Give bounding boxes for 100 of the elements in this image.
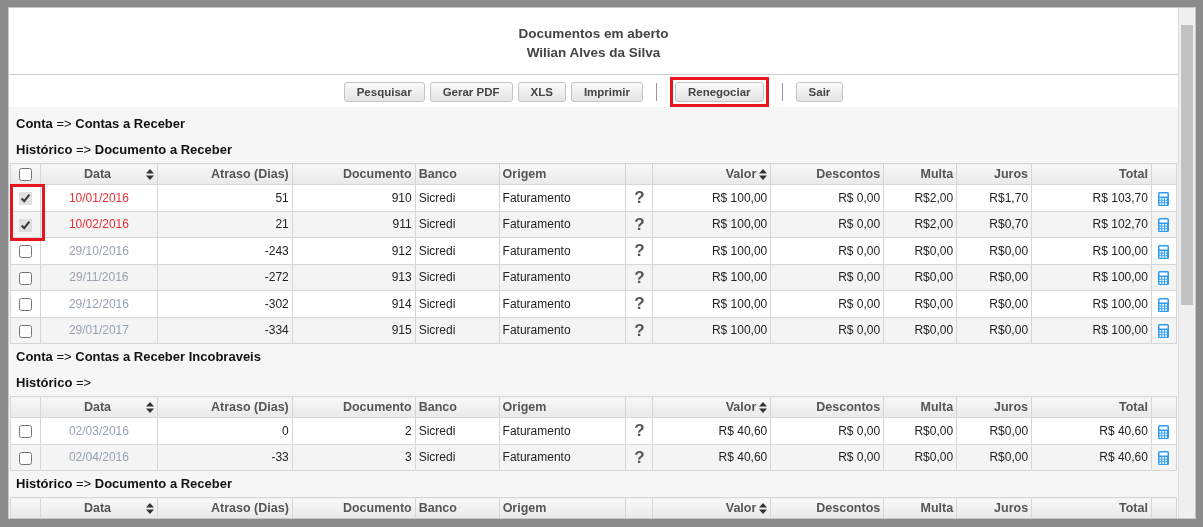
table-cell: -302 [157, 290, 293, 317]
row-checkbox[interactable] [19, 271, 32, 285]
section-heading: Histórico => Documento a Receber [15, 475, 234, 493]
table-cell: R$ 100,00 [652, 237, 771, 264]
row-checkbox[interactable] [19, 425, 32, 439]
column-header: Descontos [770, 497, 884, 518]
table-cell: R$ 100,00 [652, 317, 771, 344]
table-cell: R$0,00 [956, 444, 1032, 471]
table-cell: R$0,00 [956, 264, 1032, 291]
section-heading: Histórico => Documento a Receber [15, 141, 234, 159]
table-cell: R$0,00 [883, 290, 957, 317]
table-cell: R$ 100,00 [652, 290, 771, 317]
select-all-checkbox[interactable] [19, 167, 32, 181]
calculator-icon[interactable] [1158, 271, 1170, 286]
scroll-thumb[interactable] [1181, 25, 1193, 305]
table-cell: R$ 0,00 [770, 211, 884, 238]
column-header: Multa [883, 497, 957, 518]
table-cell: R$ 100,00 [1031, 264, 1152, 291]
row-checkbox[interactable] [19, 218, 32, 232]
table-cell: Faturamento [499, 417, 626, 444]
sort-icon[interactable] [145, 502, 154, 514]
table-cell: Faturamento [499, 237, 626, 264]
calculator-icon[interactable] [1158, 244, 1170, 259]
window-subtitle: Wilian Alves da Silva [526, 44, 661, 62]
column-header: Documento [292, 497, 416, 518]
column-header: Total [1031, 497, 1152, 518]
table-cell: 21 [157, 211, 293, 238]
toolbar-button[interactable]: Imprimir [570, 82, 643, 102]
column-header: Banco [415, 163, 500, 185]
calculator-icon[interactable] [1158, 324, 1170, 339]
row-checkbox[interactable] [19, 324, 32, 338]
date-text: 29/12/2016 [68, 296, 129, 311]
column-header: Juros [956, 396, 1032, 418]
column-header: Documento [292, 396, 416, 418]
column-header: Origem [499, 497, 626, 518]
row-checkbox[interactable] [19, 298, 32, 312]
date-text: 29/11/2016 [69, 270, 129, 285]
calculator-icon[interactable] [1158, 451, 1170, 466]
column-header: Total [1031, 396, 1152, 418]
table-cell: -33 [157, 444, 293, 471]
table-cell: Sicredi [415, 290, 500, 317]
sort-icon[interactable] [145, 168, 154, 180]
table-cell: R$0,00 [883, 417, 957, 444]
table-cell: 910 [292, 184, 416, 211]
date-text: 10/02/2016 [68, 217, 129, 232]
table-cell: 0 [157, 417, 293, 444]
calculator-icon[interactable] [1158, 218, 1170, 233]
table-cell: Faturamento [499, 211, 626, 238]
table-cell: R$ 100,00 [652, 264, 771, 291]
table-cell: 914 [292, 290, 416, 317]
scrollbar[interactable] [1178, 8, 1195, 518]
table-cell: R$0,00 [956, 317, 1032, 344]
toolbar-button[interactable]: Pesquisar [343, 82, 425, 102]
table-cell: R$0,00 [883, 264, 957, 291]
table-cell: Sicredi [415, 264, 500, 291]
column-header: Atraso (Dias) [157, 497, 293, 518]
table-cell: 51 [157, 184, 293, 211]
date-text: 02/04/2016 [68, 450, 129, 465]
table-cell: R$0,00 [883, 317, 957, 344]
calculator-icon[interactable] [1158, 297, 1170, 312]
table-cell: R$0,00 [956, 290, 1032, 317]
table-cell: 913 [292, 264, 416, 291]
calculator-icon[interactable] [1158, 424, 1170, 439]
table-cell: R$ 0,00 [770, 290, 884, 317]
column-header: Total [1031, 163, 1152, 185]
toolbar-button[interactable]: Gerar PDF [429, 82, 513, 102]
column-header: Multa [883, 396, 957, 418]
section-heading: Histórico => [15, 374, 93, 392]
table-cell: R$ 100,00 [652, 211, 771, 238]
toolbar-button[interactable]: XLS [517, 82, 566, 102]
column-header: Multa [883, 163, 957, 185]
sort-icon[interactable] [759, 401, 768, 413]
column-header: Origem [499, 163, 626, 185]
table-cell: Sicredi [415, 184, 500, 211]
table-cell: R$ 40,60 [652, 417, 771, 444]
sort-icon[interactable] [145, 401, 154, 413]
table-cell: R$0,00 [956, 417, 1032, 444]
sort-icon[interactable] [759, 168, 768, 180]
table-cell: R$ 0,00 [770, 264, 884, 291]
toolbar-button[interactable]: Sair [795, 82, 844, 102]
row-checkbox[interactable] [19, 192, 32, 206]
table-cell: R$ 102,70 [1031, 211, 1152, 238]
row-checkbox[interactable] [19, 245, 32, 259]
column-header: Juros [956, 163, 1032, 185]
row-checkbox[interactable] [19, 451, 32, 465]
toolbar-button[interactable]: Renegociar [674, 82, 764, 102]
table-cell: 2 [292, 417, 416, 444]
calculator-icon[interactable] [1158, 191, 1170, 206]
table-cell: -243 [157, 237, 293, 264]
table-cell: R$2,00 [883, 184, 957, 211]
table-cell: Sicredi [415, 211, 500, 238]
table-cell: R$ 100,00 [1031, 237, 1152, 264]
sort-icon[interactable] [759, 502, 768, 514]
table-cell: -272 [157, 264, 293, 291]
column-header: Atraso (Dias) [157, 163, 293, 185]
table-cell: R$ 40,60 [1031, 444, 1152, 471]
table-cell: R$ 100,00 [1031, 290, 1152, 317]
table-cell: 912 [292, 237, 416, 264]
table-cell: R$ 100,00 [1031, 317, 1152, 344]
section-heading: Conta => Contas a Receber [15, 115, 187, 133]
